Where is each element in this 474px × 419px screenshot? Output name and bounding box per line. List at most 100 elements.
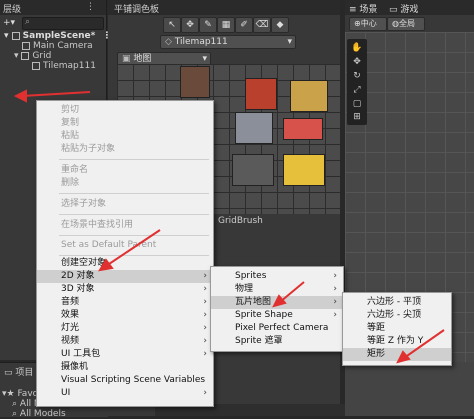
menu-item-hex-flat[interactable]: 六边形 - 平顶 [343, 296, 451, 309]
move-tool-icon[interactable]: ✥ [349, 56, 365, 68]
tile-dark[interactable] [232, 154, 274, 186]
select-tool-icon[interactable]: ↖ [163, 17, 181, 33]
menu-item-label: 效果 [61, 310, 80, 320]
menu-item-ui-toolkit[interactable]: UI 工具包 › [37, 348, 213, 361]
tree-item-main-camera[interactable]: Main Camera [22, 41, 93, 51]
menu-item-paste-as-child[interactable]: 粘贴为子对象 [37, 143, 213, 156]
box-fill-tool-icon[interactable]: ▦ [217, 17, 235, 33]
paint-tool-icon[interactable]: ✎ [199, 17, 217, 33]
menu-item-label: 创建空对象 [61, 258, 107, 268]
tile-palette-tab[interactable]: 平铺调色板 [108, 0, 340, 15]
fill-tool-icon[interactable]: ◆ [271, 17, 289, 33]
chevron-right-icon: › [333, 284, 337, 294]
gameobject-icon [22, 41, 30, 50]
tab-game-label: 游戏 [400, 5, 419, 15]
tab-project[interactable]: ▭ 项目 [4, 365, 33, 378]
menu-item-physics[interactable]: 物理 › [211, 283, 343, 296]
chevron-right-icon: › [203, 271, 207, 281]
tab-scene[interactable]: ≡ 场景 [349, 2, 377, 15]
menu-item-cut[interactable]: 剪切 [37, 104, 213, 117]
menu-item-label: 剪切 [61, 105, 80, 115]
submenu-tilemap: 六边形 - 平顶 六边形 - 尖顶 等距 等距 Z 作为 Y 矩形 [342, 292, 452, 366]
tile-brick[interactable] [180, 66, 210, 98]
menu-item-rename[interactable]: 重命名 [37, 164, 213, 177]
transform-tool-icon[interactable]: ⊞ [349, 111, 365, 123]
menu-item-sprites[interactable]: Sprites › [211, 270, 343, 283]
menu-item-create-empty[interactable]: 创建空对象 [37, 257, 213, 270]
tile-sand[interactable] [290, 80, 328, 112]
add-icon[interactable]: +▾ [3, 18, 15, 28]
tile-roof[interactable] [245, 78, 277, 110]
tree-scene-label: SampleScene* [22, 31, 96, 41]
active-tilemap-dropdown[interactable]: ◇ Tilemap111 ▾ [160, 35, 296, 49]
tree-scene[interactable]: ▾ SampleScene* ⋮ [4, 31, 112, 41]
menu-item-label: Pixel Perfect Camera [235, 323, 329, 333]
menu-item-label: 灯光 [61, 323, 80, 333]
search-input[interactable]: ⌕ [22, 17, 104, 30]
tree-item-tilemap[interactable]: Tilemap111 [32, 61, 96, 71]
menu-item-sprite-shape[interactable]: Sprite Shape › [211, 309, 343, 322]
menu-item-tilemap[interactable]: 瓦片地图 › [211, 296, 343, 309]
all-models-item[interactable]: ⌕ All Models [12, 409, 66, 419]
hand-tool-icon[interactable]: ✋ [349, 42, 365, 54]
menu-item-video[interactable]: 视频 › [37, 335, 213, 348]
menu-item-3d-object[interactable]: 3D 对象 › [37, 283, 213, 296]
menu-item-label: Visual Scripting Scene Variables [61, 375, 206, 385]
menu-item-label: 矩形 [367, 349, 386, 359]
menu-item-copy[interactable]: 复制 [37, 117, 213, 130]
chevron-right-icon: › [203, 297, 207, 307]
all-models-label: All Models [19, 409, 66, 419]
tab-scene-label: 场景 [359, 5, 378, 15]
eraser-tool-icon[interactable]: ⌫ [253, 17, 271, 33]
menu-item-ui[interactable]: UI › [37, 387, 213, 400]
rotate-tool-icon[interactable]: ↻ [349, 70, 365, 82]
menu-item-delete[interactable]: 删除 [37, 177, 213, 190]
menu-item-light[interactable]: 灯光 › [37, 322, 213, 335]
tile-stone[interactable] [235, 112, 273, 144]
menu-item-pixel-perfect-camera[interactable]: Pixel Perfect Camera [211, 322, 343, 335]
menu-item-label: 2D 对象 [61, 271, 95, 281]
chevron-down-icon: ▾ [287, 37, 292, 47]
menu-divider [59, 235, 209, 236]
space-value: 全局 [398, 19, 415, 28]
tree-item-label: Grid [32, 51, 52, 61]
chevron-right-icon: › [333, 271, 337, 281]
menu-item-camera[interactable]: 摄像机 [37, 361, 213, 374]
tile-red-brick[interactable] [283, 118, 323, 140]
chevron-right-icon: › [333, 310, 337, 320]
menu-item-2d-object[interactable]: 2D 对象 › [37, 270, 213, 283]
menu-item-audio[interactable]: 音频 › [37, 296, 213, 309]
tree-item-grid[interactable]: ▾ Grid [14, 51, 51, 61]
move-tool-icon[interactable]: ✥ [181, 17, 199, 33]
picker-tool-icon[interactable]: ✐ [235, 17, 253, 33]
menu-item-rectangular[interactable]: 矩形 [343, 348, 451, 361]
search-icon: ⌕ [25, 17, 31, 27]
more-icon[interactable]: ⋮ [86, 2, 95, 12]
scale-tool-icon[interactable]: ⤢ [349, 84, 365, 96]
hierarchy-tab[interactable]: 层级 ⋮ [0, 0, 106, 15]
menu-item-isometric-z-as-y[interactable]: 等距 Z 作为 Y [343, 335, 451, 348]
menu-item-label: 粘贴 [61, 131, 80, 141]
menu-divider [59, 159, 209, 160]
menu-item-set-default-parent[interactable]: Set as Default Parent [37, 239, 213, 252]
tile-gold[interactable] [283, 154, 325, 186]
menu-item-sprite-mask[interactable]: Sprite 遮罩 [211, 335, 343, 348]
menu-item-visual-scripting[interactable]: Visual Scripting Scene Variables [37, 374, 213, 387]
menu-item-effects[interactable]: 效果 › [37, 309, 213, 322]
rect-tool-icon[interactable]: ▢ [349, 98, 365, 110]
chevron-right-icon: › [203, 388, 207, 398]
menu-item-label: 视频 [61, 336, 80, 346]
menu-item-label: UI 工具包 [61, 349, 101, 359]
menu-item-paste[interactable]: 粘贴 [37, 130, 213, 143]
menu-item-isometric[interactable]: 等距 [343, 322, 451, 335]
menu-item-label: 复制 [61, 118, 80, 128]
pivot-value: 中心 [360, 19, 377, 28]
menu-item-find-references[interactable]: 在场景中查找引用 [37, 219, 213, 232]
tab-game[interactable]: ▭ 游戏 [389, 2, 418, 15]
active-tilemap-value: Tilemap111 [174, 37, 228, 47]
space-dropdown[interactable]: ◍全局 [387, 17, 425, 31]
menu-item-hex-pointy[interactable]: 六边形 - 尖顶 [343, 309, 451, 322]
menu-item-select-children[interactable]: 选择子对象 [37, 198, 213, 211]
pivot-dropdown[interactable]: ⊕中心 [349, 17, 387, 31]
scene-tabs: ≡ 场景 ▭ 游戏 [345, 0, 474, 15]
